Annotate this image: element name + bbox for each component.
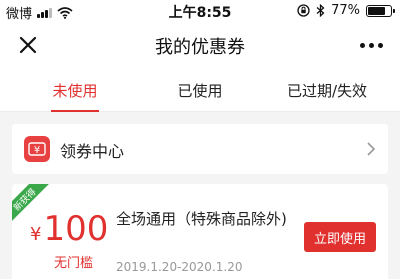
amount-value: 100: [43, 209, 109, 249]
page-title: 我的优惠券: [155, 37, 245, 58]
nav-bar: 我的优惠券: [0, 22, 400, 68]
orientation-lock-icon: [297, 4, 310, 17]
coupon-threshold: 无门槛: [54, 256, 94, 271]
use-now-button[interactable]: 立即使用: [304, 222, 376, 252]
bluetooth-icon: [316, 4, 325, 17]
more-dot-icon: [359, 42, 365, 48]
chevron-right-icon: [367, 142, 376, 156]
coupon-center-label: 领券中心: [60, 142, 125, 161]
coupon-ticket-icon: ¥: [24, 136, 50, 162]
battery-level: [368, 6, 385, 15]
tab-label: 已过期/失效: [286, 81, 368, 100]
battery-percent: 77%: [331, 3, 360, 18]
tab-label: 未使用: [52, 81, 98, 100]
status-bar: 微博 上午8:55 77%: [0, 0, 400, 22]
coupon-center-row[interactable]: ¥ 领券中心: [12, 124, 388, 174]
coupon-title: 全场通用（特殊商品除外): [116, 210, 287, 228]
tab-active-indicator: [51, 110, 99, 112]
tab-label: 已使用: [177, 81, 223, 100]
tab-unused[interactable]: 未使用: [20, 68, 130, 112]
more-dot-icon: [368, 42, 374, 48]
coupon-validity: 2019.1.20-2020.1.20: [116, 260, 243, 274]
coupon-amount: ¥ 100: [30, 210, 108, 248]
status-right: 77%: [297, 3, 395, 18]
battery-icon: [366, 4, 395, 17]
coupon-card: 新获得 ¥ 100 无门槛 全场通用（特殊商品除外) 2019.1.20-202…: [12, 184, 388, 279]
close-icon: [19, 36, 37, 54]
tab-used[interactable]: 已使用: [145, 68, 255, 112]
more-dot-icon: [377, 42, 383, 48]
close-button[interactable]: [14, 31, 42, 59]
tab-expired[interactable]: 已过期/失效: [262, 68, 392, 112]
currency-symbol: ¥: [30, 224, 42, 245]
more-button[interactable]: [354, 31, 388, 59]
svg-text:¥: ¥: [34, 145, 40, 156]
tab-bar: 未使用 已使用 已过期/失效: [0, 68, 400, 112]
